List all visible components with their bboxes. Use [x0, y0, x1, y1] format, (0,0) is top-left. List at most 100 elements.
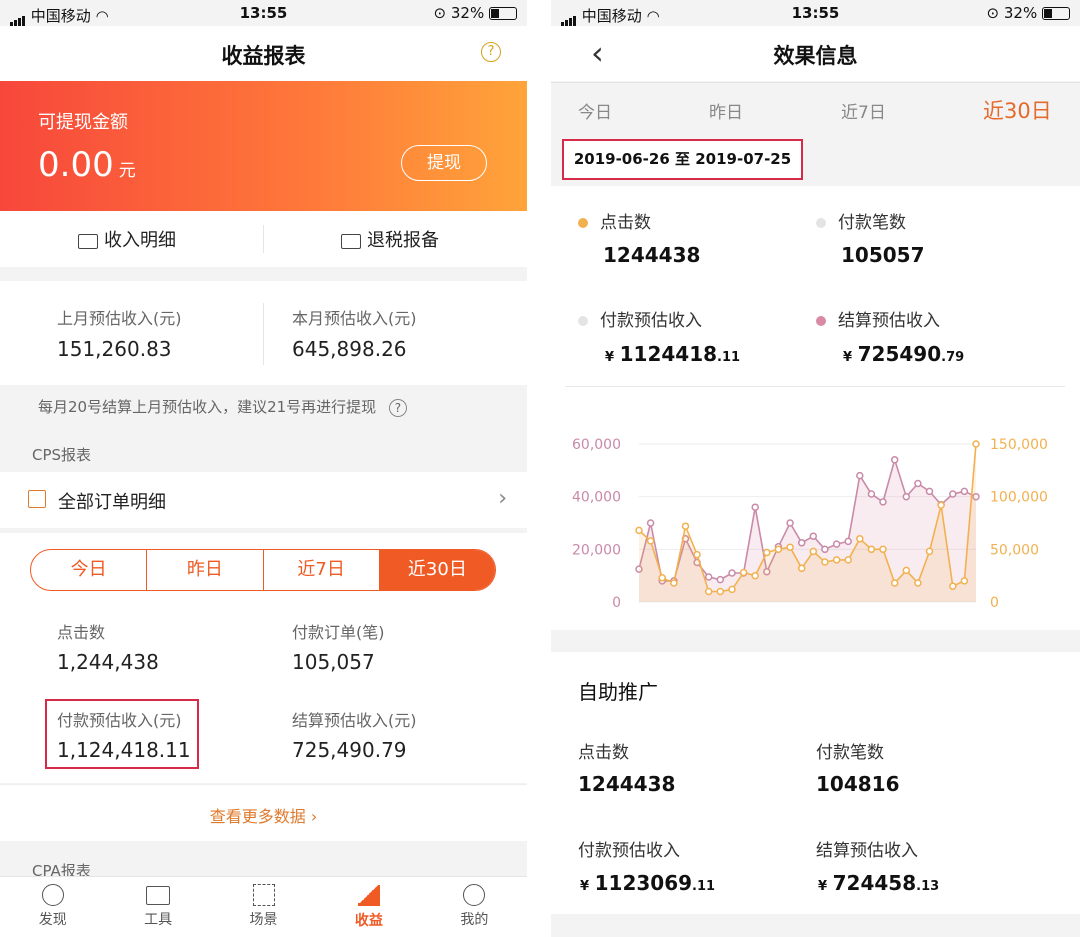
settled-income-label: 结算预估收入	[838, 311, 940, 331]
divider	[565, 386, 1065, 387]
battery-percent: 32%	[1003, 4, 1038, 22]
battery-icon	[1042, 7, 1070, 20]
data-point	[890, 456, 899, 464]
balance-amount: 0.00	[38, 145, 114, 185]
tax-report-button[interactable]: 退税报备	[341, 226, 439, 252]
monthly-summary: 上月预估收入(元) 151,260.83 本月预估收入(元) 645,898.2…	[0, 281, 527, 385]
data-point	[774, 545, 783, 554]
segment-7days[interactable]: 近7日	[264, 550, 380, 590]
more-data-link[interactable]: 查看更多数据 ›	[0, 803, 527, 827]
right-axis-tick: 150,000	[990, 437, 1048, 453]
data-point	[797, 564, 806, 573]
battery-icon	[489, 7, 517, 20]
scene-icon	[252, 884, 275, 906]
tab-discover[interactable]: 发现	[0, 877, 105, 937]
settled-income-value: ¥ 725490.79	[843, 342, 965, 366]
status-bar: 中国移动 ◠ 13:55 ⊙ 32%	[551, 0, 1080, 26]
paid-income-value: 1,124,418.11	[57, 738, 191, 762]
data-point	[739, 568, 748, 577]
data-point	[786, 519, 794, 527]
promo-paid-count-label: 付款笔数	[816, 743, 884, 763]
edit-icon	[28, 490, 46, 508]
data-point	[646, 537, 655, 545]
paid-income-label: 付款预估收入(元)	[57, 711, 182, 730]
data-point	[960, 577, 969, 585]
data-point	[856, 535, 864, 543]
tab-today[interactable]: 今日	[578, 98, 612, 123]
data-point	[879, 545, 887, 554]
all-orders-row[interactable]: 全部订单明细 ›	[0, 472, 527, 528]
data-point	[832, 540, 841, 548]
promo-clicks-label: 点击数	[578, 743, 629, 763]
more-data-row: 查看更多数据 ›	[0, 784, 527, 841]
cps-section-header: CPS报表	[32, 446, 92, 464]
data-point	[960, 487, 969, 496]
left-axis-tick: 0	[612, 595, 621, 611]
wallet-icon	[78, 233, 98, 249]
help-icon[interactable]: ?	[481, 42, 501, 62]
right-axis-tick: 50,000	[990, 542, 1039, 558]
withdraw-button[interactable]: 提现	[401, 145, 487, 181]
paid-count-label: 付款笔数	[838, 213, 906, 233]
tab-yesterday[interactable]: 昨日	[709, 98, 743, 123]
orientation-lock-icon: ⊙	[986, 4, 1000, 22]
this-month-label: 本月预估收入(元)	[292, 309, 417, 328]
data-point	[949, 490, 957, 498]
battery-percent: 32%	[450, 4, 485, 22]
promo-paid-income-value: ¥ 1123069.11	[580, 871, 716, 895]
tab-earnings[interactable]: 收益	[316, 877, 421, 937]
data-point	[635, 526, 643, 535]
last-month-value: 151,260.83	[57, 337, 172, 361]
legend-dot	[816, 218, 826, 228]
data-point	[844, 556, 852, 564]
settled-income-label: 结算预估收入(元)	[292, 711, 417, 730]
segment-today[interactable]: 今日	[31, 550, 148, 590]
left-axis-tick: 60,000	[572, 437, 621, 453]
left-axis-tick: 20,000	[572, 542, 621, 558]
earnings-icon	[357, 885, 380, 906]
left-axis-tick: 40,000	[572, 490, 621, 506]
quick-actions: 收入明细 退税报备	[0, 211, 527, 267]
data-point	[728, 569, 736, 577]
legend-dot	[578, 218, 588, 228]
paid-orders-label: 付款订单(笔)	[292, 623, 385, 642]
data-point	[925, 487, 934, 496]
tab-7days[interactable]: 近7日	[841, 98, 886, 123]
income-detail-button[interactable]: 收入明细	[78, 226, 176, 252]
cps-stats: 今日 昨日 近7日 近30日 点击数 1,244,438 付款订单(笔) 105…	[0, 533, 527, 783]
promo-paid-count-value: 104816	[816, 772, 900, 796]
balance-label: 可提现金额	[38, 112, 128, 133]
tab-scene[interactable]: 场景	[211, 877, 316, 937]
promo-settled-income-value: ¥ 724458.13	[818, 871, 940, 895]
performance-info-screen: 中国移动 ◠ 13:55 ⊙ 32% ‹ 效果信息 今日 昨日 近7日 近30日…	[551, 0, 1080, 937]
trend-chart: 0 20,000 40,000 60,000 0 50,000 100,000 150,000	[572, 437, 1048, 611]
data-point	[937, 501, 945, 509]
data-point	[879, 498, 887, 506]
orientation-lock-icon: ⊙	[433, 4, 447, 22]
data-point	[646, 519, 655, 527]
right-axis-tick: 0	[990, 595, 999, 611]
data-point	[972, 440, 980, 448]
paid-count-value: 105057	[841, 243, 925, 267]
segment-yesterday[interactable]: 昨日	[147, 550, 264, 590]
settlement-note: 每月20号结算上月预估收入，建议21号再进行提现 ?	[38, 396, 407, 417]
tab-30days[interactable]: 近30日	[983, 95, 1052, 125]
legend-dot	[578, 316, 588, 326]
data-point	[728, 585, 736, 594]
chevron-right-icon: ›	[498, 486, 507, 511]
tab-profile[interactable]: 我的	[422, 877, 527, 937]
clicks-value: 1,244,438	[57, 650, 159, 674]
page-title: 效果信息	[773, 44, 858, 68]
data-point	[716, 587, 725, 596]
data-point	[809, 532, 818, 540]
discover-icon	[41, 884, 64, 906]
question-icon[interactable]: ?	[388, 399, 407, 417]
data-point	[832, 556, 841, 564]
segment-30days[interactable]: 近30日	[379, 550, 495, 590]
promo-clicks-value: 1244438	[578, 772, 676, 796]
balance-banner: 可提现金额 0.00 元 提现	[0, 81, 527, 211]
paid-income-label: 付款预估收入	[600, 311, 702, 331]
last-month-label: 上月预估收入(元)	[57, 309, 182, 328]
tab-tools[interactable]: 工具	[105, 877, 210, 937]
nav-bar: 收益报表 ?	[0, 26, 527, 81]
